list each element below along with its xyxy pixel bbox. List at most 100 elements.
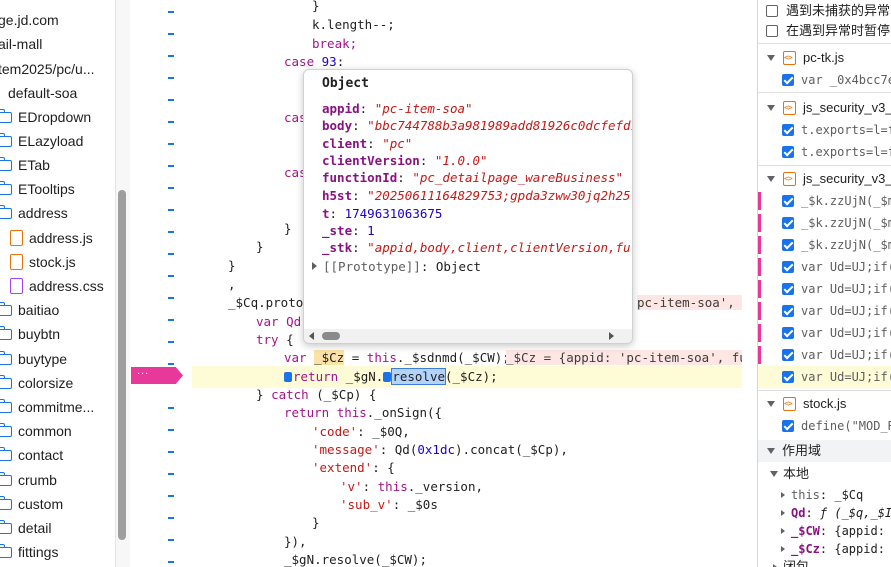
tree-folder-common[interactable]: common [0,419,72,443]
breakpoint-entry[interactable]: define("MOD_R [758,415,891,437]
collapse-triangle-icon[interactable] [767,176,775,182]
scope-closure-header[interactable]: 闭包 [758,556,891,567]
tree-folder-edropdown[interactable]: EDropdown [0,105,91,129]
tree-folder-etooltips[interactable]: ETooltips [0,177,75,201]
breakpoint-entry[interactable]: var Ud=UJ;if( [758,344,891,366]
breakpoint-entry[interactable]: var Ud=UJ;if( [758,256,891,278]
breakpoint-checkbox[interactable] [782,305,794,317]
pause-uncaught-checkbox[interactable] [766,5,778,17]
object-property[interactable]: client: "pc" [322,135,412,152]
tree-file-address-css[interactable]: address.css [10,274,104,298]
scrollbar-thumb[interactable] [322,332,340,340]
conditional-breakpoint-marker [758,346,761,364]
breakpoint-entry[interactable]: _$k.zzUjN(_$m [758,234,891,256]
object-property[interactable]: body: "bbc744788b3a981989add81926c0dcfef… [322,117,632,134]
collapse-triangle-icon[interactable] [767,105,775,111]
line-gutter[interactable] [130,0,192,567]
breakpoint-entry[interactable]: _$k.zzUjN(_$m [758,190,891,212]
object-property[interactable]: functionId: "pc_detailpage_wareBusiness" [322,169,623,186]
tree-item-label: ELazyload [18,133,84,149]
tree-folder-elazyload[interactable]: ELazyload [0,129,83,153]
breakpoint-checkbox[interactable] [782,327,794,339]
collapse-triangle-icon[interactable] [767,448,775,454]
breakpoint-entry[interactable]: t.exports=l=f [758,141,891,163]
breakpoint-group-header[interactable]: js_security_v3_ [758,168,891,190]
breakpoint-checkbox[interactable] [782,195,794,207]
gutter-mark [168,77,174,79]
tree-folder-colorsize[interactable]: colorsize [0,371,73,395]
collapse-triangle-icon[interactable] [767,401,775,407]
tree-file-address-js[interactable]: address.js [10,226,93,250]
tree-folder-crumb[interactable]: crumb [0,468,57,492]
tree-item-label: tem2025/pc/u... [0,61,95,77]
breakpoint-entry-active[interactable]: var Ud=UJ;if( [758,366,891,388]
pause-uncaught-option[interactable]: 遇到未捕获的异常 [758,0,891,22]
tree-folder-fittings[interactable]: fittings [0,540,58,564]
prototype-row[interactable]: [[Prototype]]: Object [312,258,481,275]
gutter-mark [168,341,174,343]
collapse-triangle-icon[interactable] [767,55,775,61]
folder-icon [0,301,12,316]
breakpoint-snippet: var _0x4bcc7e [801,73,891,87]
expand-triangle-icon[interactable] [312,262,317,270]
breakpoint-marker[interactable]: ... [131,367,183,384]
object-preview-popover[interactable]: Object appid: "pc-item-soa" body: "bbc74… [303,69,633,344]
breakpoint-entry[interactable]: var Ud=UJ;if( [758,278,891,300]
tree-item-mall[interactable]: ail-mall [0,32,42,56]
tree-file-stock-js[interactable]: stock.js [10,250,76,274]
tree-folder-commitment[interactable]: commitme... [0,395,94,419]
tree-folder-buytype[interactable]: buytype [0,347,67,371]
object-property[interactable]: _stk: "appid,body,client,clientVersion,f… [322,239,632,256]
object-property[interactable]: clientVersion: "1.0.0" [322,152,488,169]
expand-triangle-icon[interactable] [781,510,785,516]
expand-triangle-icon[interactable] [781,546,785,552]
tree-item-host[interactable]: ge.jd.com [0,8,59,32]
breakpoint-group-header[interactable]: js_security_v3_ [758,97,891,119]
scope-section-header[interactable]: 作用域 [758,440,891,462]
file-tree-scrollbar-thumb[interactable] [118,190,126,540]
breakpoint-entry[interactable]: var Ud=UJ;if( [758,300,891,322]
scope-local-header[interactable]: 本地 [758,463,891,485]
breakpoint-checkbox[interactable] [782,124,794,136]
tree-folder-baitiao[interactable]: baitiao [0,298,59,322]
pause-caught-option[interactable]: 在遇到异常时暂停 [758,20,891,42]
expand-triangle-icon[interactable] [781,492,785,498]
object-property[interactable]: h5st: "20250611164829753;gpda3zww30jq2h2… [322,187,632,204]
tree-item-label: baitiao [18,302,60,318]
tree-folder-detail[interactable]: detail [0,516,51,540]
breakpoint-entry[interactable]: _$k.zzUjN(_$m [758,212,891,234]
breakpoint-group-header[interactable]: stock.js [758,393,891,415]
breakpoint-checkbox[interactable] [782,74,794,86]
object-property[interactable]: _ste: 1 [322,222,375,239]
breakpoint-checkbox[interactable] [782,283,794,295]
expand-triangle-icon[interactable] [781,528,785,534]
tree-folder-contact[interactable]: contact [0,443,63,467]
breakpoint-checkbox[interactable] [782,261,794,273]
object-property[interactable]: appid: "pc-item-soa" [322,100,473,117]
tree-folder-address[interactable]: address [0,201,68,225]
breakpoint-group-header[interactable]: pc-tk.js [758,47,891,69]
folder-icon [0,495,12,510]
breakpoint-checkbox[interactable] [782,217,794,229]
breakpoint-entry[interactable]: t.exports=l=f [758,119,891,141]
breakpoint-checkbox[interactable] [782,239,794,251]
breakpoint-checkbox[interactable] [782,349,794,361]
breakpoint-entry[interactable]: var Ud=UJ;if( [758,322,891,344]
breakpoint-entry[interactable]: var _0x4bcc7e [758,69,891,91]
scroll-right-icon[interactable] [609,332,614,340]
pause-caught-checkbox[interactable] [766,25,778,37]
tree-item-path[interactable]: tem2025/pc/u... [0,57,95,81]
tree-folder-custom[interactable]: custom [0,492,63,516]
collapse-triangle-icon[interactable] [770,471,778,477]
tree-item-default-soa[interactable]: default-soa [8,81,77,105]
popover-horizontal-scrollbar[interactable] [304,329,632,343]
tree-folder-etab[interactable]: ETab [0,153,50,177]
breakpoint-checkbox[interactable] [782,146,794,158]
object-property[interactable]: t: 1749631063675 [322,205,442,222]
option-label: 遇到未捕获的异常 [786,3,891,18]
gutter-mark [168,539,174,541]
tree-folder-buybtn[interactable]: buybtn [0,322,60,346]
scroll-left-icon[interactable] [309,332,314,340]
breakpoint-checkbox[interactable] [782,371,794,383]
breakpoint-checkbox[interactable] [782,420,794,432]
